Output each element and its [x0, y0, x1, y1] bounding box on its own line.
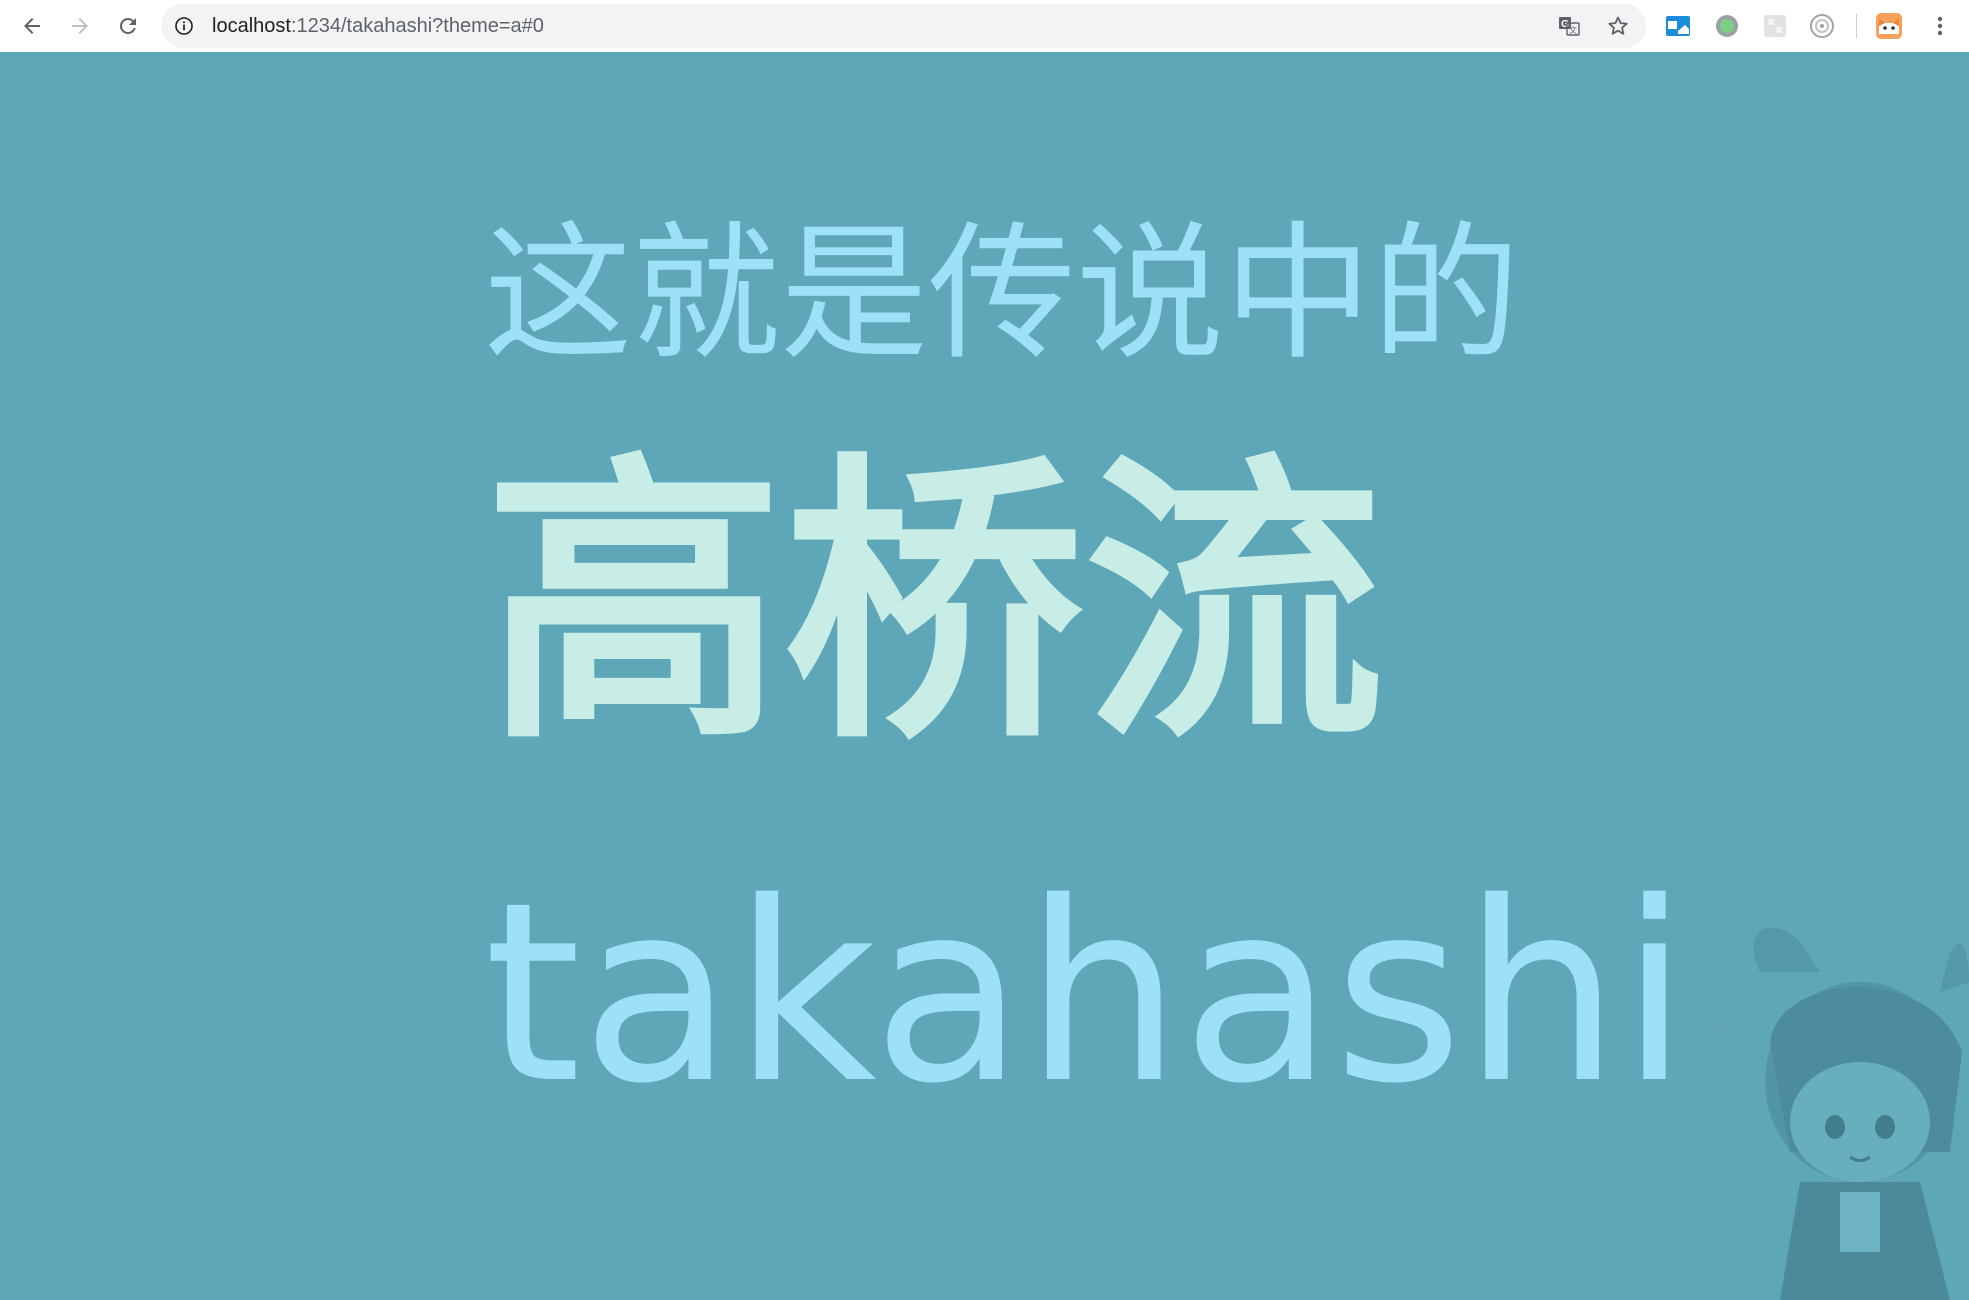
- svg-text:G: G: [1561, 19, 1569, 30]
- address-bar[interactable]: localhost:1234/takahashi?theme=a#0 G 文: [161, 4, 1646, 48]
- url-path: :1234/takahashi?theme=a#0: [290, 15, 544, 37]
- menu-button[interactable]: [1926, 12, 1954, 40]
- kebab-menu-icon: [1937, 16, 1943, 36]
- forward-button[interactable]: [60, 6, 100, 46]
- slide-line-2: 高桥流: [484, 430, 1384, 779]
- translate-icon: G 文: [1559, 17, 1580, 36]
- forward-arrow-icon: [72, 18, 88, 34]
- browser-toolbar: localhost:1234/takahashi?theme=a#0 G 文: [0, 0, 1969, 52]
- mascot-illustration: [1709, 927, 1969, 1300]
- extension-3-button[interactable]: [1761, 12, 1789, 40]
- reload-button[interactable]: [108, 6, 148, 46]
- star-icon: [1608, 16, 1628, 35]
- toolbar-divider: [1856, 14, 1857, 38]
- extension-4-button[interactable]: [1808, 12, 1836, 40]
- profile-avatar-button[interactable]: [1875, 12, 1903, 40]
- info-icon[interactable]: [174, 16, 194, 36]
- back-arrow-icon: [24, 18, 40, 34]
- bookmark-button[interactable]: [1606, 14, 1630, 38]
- back-button[interactable]: [12, 6, 52, 46]
- reload-icon: [119, 17, 136, 34]
- extension-2-button[interactable]: [1713, 12, 1741, 40]
- circle-extension-icon: [1716, 15, 1738, 37]
- fox-avatar-icon: [1876, 13, 1902, 39]
- slide: 这就是传说中的 高桥流 takahashi: [0, 52, 1969, 1300]
- url-text[interactable]: localhost:1234/takahashi?theme=a#0: [212, 4, 544, 48]
- url-host: localhost: [212, 15, 291, 37]
- spiral-extension-icon: [1810, 14, 1834, 38]
- window-extension-icon: [1666, 16, 1690, 36]
- svg-text:文: 文: [1569, 25, 1577, 35]
- slide-line-3: takahashi: [484, 850, 1689, 1138]
- grid-extension-icon: [1764, 15, 1786, 37]
- extension-1-button[interactable]: [1664, 12, 1692, 40]
- slide-line-1: 这就是传说中的: [484, 208, 1520, 380]
- translate-button[interactable]: G 文: [1557, 14, 1581, 38]
